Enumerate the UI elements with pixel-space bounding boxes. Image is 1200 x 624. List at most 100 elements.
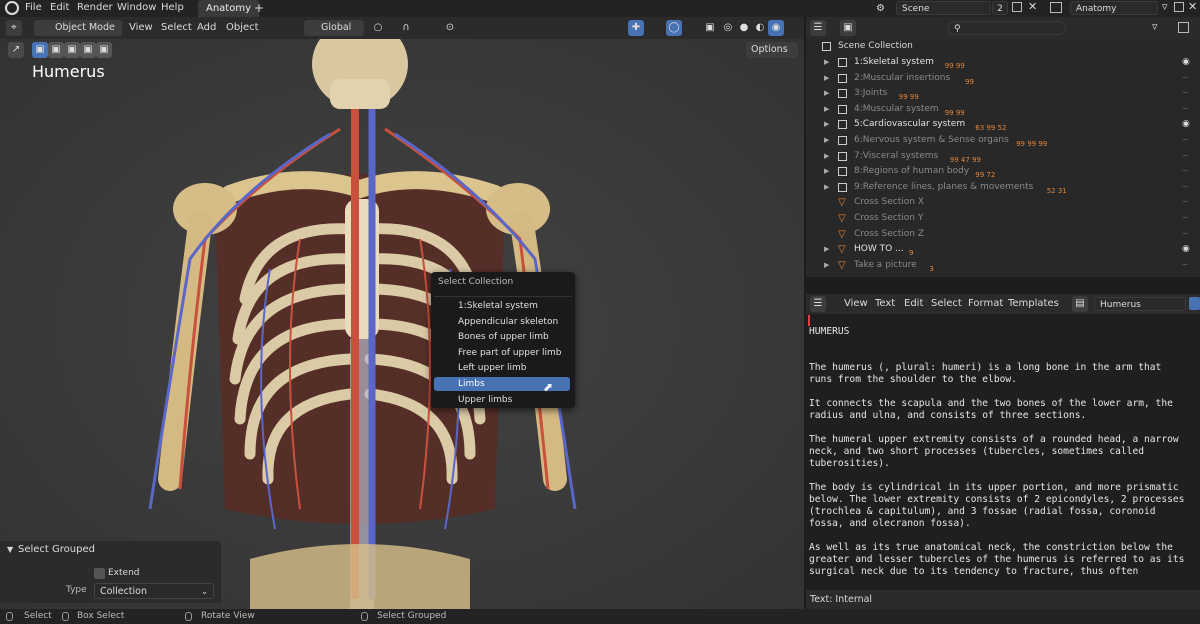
expand-arrow-icon[interactable]: ▶ (824, 180, 829, 195)
select-mode-extend-icon[interactable]: ▣ (48, 42, 64, 58)
select-mode-subtract-icon[interactable]: ▣ (64, 42, 80, 58)
visibility-hidden-icon[interactable]: ⌣ (1182, 258, 1188, 273)
visibility-eye-icon[interactable]: ◉ (1182, 242, 1190, 257)
material-shading-icon[interactable]: ◐ (752, 20, 768, 36)
wireframe-shading-icon[interactable]: ◎ (720, 20, 736, 36)
expand-arrow-icon[interactable]: ▶ (824, 86, 829, 101)
filter-icon[interactable]: ▿ (1162, 0, 1168, 13)
outliner-row[interactable]: ▽ Cross Section X ⌣ (806, 195, 1200, 210)
text-menu-view[interactable]: View (844, 297, 868, 311)
fake-user-shield-icon[interactable] (1189, 297, 1200, 310)
viewport-menu-add[interactable]: Add (197, 21, 216, 35)
text-editor-type-icon[interactable]: ☰ (810, 296, 826, 312)
collection-option[interactable]: Bones of upper limb (434, 330, 570, 344)
pivot-icon[interactable]: ○ (370, 20, 386, 36)
visibility-hidden-icon[interactable]: ⌣ (1182, 71, 1188, 86)
rendered-shading-icon[interactable]: ◉ (768, 20, 784, 36)
visibility-hidden-icon[interactable]: ⌣ (1182, 227, 1188, 242)
last-operator-panel[interactable]: ▼ Select Grouped Extend Type Collection ⌄ (0, 541, 221, 603)
outliner-row[interactable]: ▶ 9:Reference lines, planes & movements 52… (806, 180, 1200, 195)
visibility-hidden-icon[interactable]: ⌣ (1182, 164, 1188, 179)
collection-option[interactable]: 1:Skeletal system (434, 299, 570, 313)
scene-icon[interactable]: ⚙ (876, 3, 885, 14)
expand-arrow-icon[interactable]: ▶ (824, 258, 829, 273)
expand-arrow-icon[interactable]: ▶ (824, 164, 829, 179)
visibility-hidden-icon[interactable]: ⌣ (1182, 149, 1188, 164)
outliner-row[interactable]: ▽ Cross Section Y ⌣ (806, 211, 1200, 226)
text-menu-text[interactable]: Text (875, 297, 895, 311)
new-collection-icon[interactable] (1178, 22, 1189, 33)
outliner-row[interactable]: ▶ 8:Regions of human body 99 72 ⌣ (806, 164, 1200, 179)
xray-icon[interactable]: ▣ (702, 20, 718, 36)
collection-option[interactable]: Appendicular skeleton (434, 315, 570, 329)
outliner-row[interactable]: ▶ 5:Cardiovascular system 63 99 52 ◉ (806, 117, 1200, 132)
outliner-row[interactable]: ▶ 6:Nervous system & Sense organs 99 99 99… (806, 133, 1200, 148)
row-badges[interactable]: 3 (929, 262, 933, 277)
outliner-search-input[interactable]: ⚲ (948, 21, 1066, 35)
text-editor-body[interactable]: HUMERUS The humerus (, plural: humeri) is… (806, 314, 1200, 590)
type-dropdown[interactable]: Collection ⌄ (94, 583, 214, 599)
text-menu-format[interactable]: Format (968, 297, 1003, 311)
menu-edit[interactable]: Edit (50, 1, 69, 15)
menu-render[interactable]: Render (77, 1, 113, 15)
anatomy-model[interactable] (0, 39, 804, 609)
copy-view-layer-icon[interactable] (1174, 2, 1184, 12)
blender-logo-icon[interactable] (5, 1, 19, 15)
3d-viewport[interactable]: ↗ ▣ ▣ ▣ ▣ ▣ Humerus Options (0, 39, 804, 609)
outliner-row[interactable]: ▽ Cross Section Z ⌣ (806, 227, 1200, 242)
outliner-editor-icon[interactable]: ☰ (810, 20, 826, 36)
snap-icon[interactable]: ∩ (398, 20, 414, 36)
outliner-row[interactable]: ▶ ▽ HOW TO ... 9 ◉ (806, 242, 1200, 257)
scene-collection-label[interactable]: Scene Collection (838, 41, 913, 51)
outliner-row[interactable]: ▶ 3:Joints 99 99 ⌣ (806, 86, 1200, 101)
scene-field[interactable]: Scene (896, 1, 991, 15)
expand-arrow-icon[interactable]: ▶ (824, 102, 829, 117)
close-scene-icon[interactable]: ✕ (1028, 0, 1037, 13)
expand-arrow-icon[interactable]: ▶ (824, 71, 829, 86)
visibility-eye-icon[interactable]: ◉ (1182, 117, 1190, 132)
visibility-eye-icon[interactable]: ◉ (1182, 55, 1190, 70)
options-dropdown[interactable]: Options (746, 42, 798, 58)
expand-arrow-icon[interactable]: ▶ (824, 133, 829, 148)
collection-option[interactable]: Upper limbs (434, 393, 570, 407)
mode-dropdown[interactable]: Object Mode (34, 20, 122, 36)
close-view-layer-icon[interactable]: ✕ (1188, 0, 1197, 13)
expand-arrow-icon[interactable]: ▶ (824, 55, 829, 70)
collection-option[interactable]: Free part of upper limb (434, 346, 570, 360)
add-workspace-button[interactable]: + (254, 1, 264, 15)
select-mode-intersect-icon[interactable]: ▣ (96, 42, 112, 58)
filter-funnel-icon[interactable]: ▿ (1152, 20, 1158, 33)
extend-checkbox[interactable] (94, 568, 105, 579)
outliner-row[interactable]: ▶ ▽ Take a picture 3 ⌣ (806, 258, 1200, 273)
viewport-menu-object[interactable]: Object (226, 21, 259, 35)
gizmo-icon[interactable]: ✚ (628, 20, 644, 36)
visibility-hidden-icon[interactable]: ⌣ (1182, 195, 1188, 210)
visibility-hidden-icon[interactable]: ⌣ (1182, 102, 1188, 117)
viewport-menu-select[interactable]: Select (161, 21, 192, 35)
visibility-hidden-icon[interactable]: ⌣ (1182, 86, 1188, 101)
overlay-icon[interactable]: ◯ (666, 20, 682, 36)
copy-scene-icon[interactable] (1012, 2, 1022, 12)
expand-arrow-icon[interactable]: ▶ (824, 242, 829, 257)
outliner-row[interactable]: ▶ 4:Muscular system 99 99 ⌣ (806, 102, 1200, 117)
proportional-edit-icon[interactable]: ⊙ (442, 20, 458, 36)
text-datablock-icon[interactable]: ▤ (1072, 296, 1088, 312)
view-layer-icon[interactable] (1050, 2, 1062, 13)
outliner-row[interactable]: ▶ 1:Skeletal system 99 99 ◉ (806, 55, 1200, 70)
text-menu-edit[interactable]: Edit (904, 297, 923, 311)
select-mode-new-icon[interactable]: ▣ (32, 42, 48, 58)
text-name-field[interactable]: Humerus (1094, 297, 1186, 311)
select-tool-icon[interactable]: ↗ (8, 42, 24, 58)
visibility-hidden-icon[interactable]: ⌣ (1182, 211, 1188, 226)
outliner-row[interactable]: ▶ 7:Visceral systems 99 47 99 ⌣ (806, 149, 1200, 164)
visibility-hidden-icon[interactable]: ⌣ (1182, 133, 1188, 148)
select-mode-invert-icon[interactable]: ▣ (80, 42, 96, 58)
expand-arrow-icon[interactable]: ▶ (824, 117, 829, 132)
menu-file[interactable]: File (25, 1, 42, 15)
menu-window[interactable]: Window (117, 1, 156, 15)
visibility-hidden-icon[interactable]: ⌣ (1182, 180, 1188, 195)
orientation-dropdown[interactable]: Global (304, 20, 364, 36)
editor-type-icon[interactable]: ⌖ (6, 20, 22, 36)
text-menu-select[interactable]: Select (931, 297, 962, 311)
expand-arrow-icon[interactable]: ▶ (824, 149, 829, 164)
